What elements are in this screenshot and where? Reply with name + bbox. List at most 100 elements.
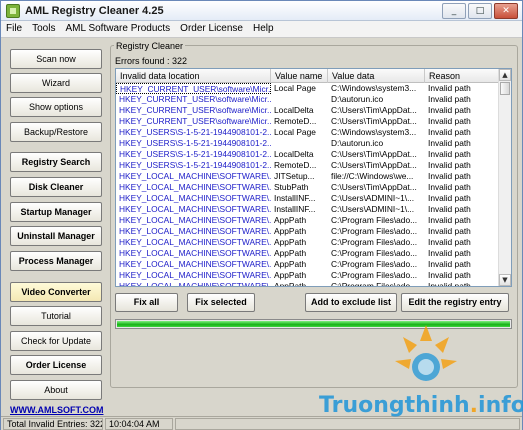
cell-reason: Invalid path bbox=[428, 281, 471, 287]
cell-reason: Invalid path bbox=[428, 237, 471, 247]
cell-value-name: RemoteD... bbox=[274, 160, 317, 170]
menu-help[interactable]: Help bbox=[248, 21, 279, 37]
add-exclude-button[interactable]: Add to exclude list bbox=[305, 293, 397, 312]
cell-reason: Invalid path bbox=[428, 160, 471, 170]
col-value-name[interactable]: Value name bbox=[271, 69, 328, 83]
cell-value-name: AppPath bbox=[274, 259, 307, 269]
minimize-button[interactable]: _ bbox=[442, 3, 466, 19]
cell-value-name: AppPath bbox=[274, 248, 307, 258]
table-row[interactable]: HKEY_LOCAL_MACHINE\SOFTWARE\... AppPath C:… bbox=[116, 215, 499, 226]
fix-all-button[interactable]: Fix all bbox=[115, 293, 178, 312]
cell-location: HKEY_USERS\S-1-5-21-1944908101-2... bbox=[119, 160, 271, 170]
table-row[interactable]: HKEY_LOCAL_MACHINE\SOFTWARE\... AppPath C:… bbox=[116, 237, 499, 248]
about-button[interactable]: About bbox=[10, 380, 102, 400]
order-license-button[interactable]: Order License bbox=[10, 355, 102, 375]
cell-value-data: C:\Program Files\ado... bbox=[331, 281, 418, 287]
disk-cleaner-button[interactable]: Disk Cleaner bbox=[10, 177, 102, 197]
table-row[interactable]: HKEY_LOCAL_MACHINE\SOFTWARE\... InstallIN… bbox=[116, 193, 499, 204]
cell-location: HKEY_LOCAL_MACHINE\SOFTWARE\... bbox=[119, 270, 271, 280]
startup-manager-button[interactable]: Startup Manager bbox=[10, 202, 102, 222]
table-row[interactable]: HKEY_LOCAL_MACHINE\SOFTWARE\... AppPath C:… bbox=[116, 281, 499, 287]
cell-location: HKEY_LOCAL_MACHINE\SOFTWARE\... bbox=[119, 226, 271, 236]
table-row[interactable]: HKEY_CURRENT_USER\software\Micr... D:\aut… bbox=[116, 94, 499, 105]
table-row[interactable]: HKEY_LOCAL_MACHINE\SOFTWARE\... JITSetup.… bbox=[116, 171, 499, 182]
scan-now-button[interactable]: Scan now bbox=[10, 49, 102, 69]
table-row[interactable]: HKEY_USERS\S-1-5-21-1944908101-2... D:\au… bbox=[116, 138, 499, 149]
status-time: 10:04:04 AM bbox=[105, 418, 173, 430]
tutorial-button[interactable]: Tutorial bbox=[10, 306, 102, 326]
cell-reason: Invalid path bbox=[428, 138, 471, 148]
table-row[interactable]: HKEY_CURRENT_USER\software\Micr... LocalD… bbox=[116, 105, 499, 116]
wizard-button[interactable]: Wizard bbox=[10, 73, 102, 93]
cell-value-data: C:\Windows\system3... bbox=[331, 83, 417, 93]
cell-location: HKEY_LOCAL_MACHINE\SOFTWARE\... bbox=[119, 171, 271, 181]
watermark-logo-icon bbox=[395, 325, 457, 381]
cell-value-name: LocalDelta bbox=[274, 149, 314, 159]
table-row[interactable]: HKEY_CURRENT_USER\software\Micr... Local … bbox=[116, 83, 499, 94]
menu-order-license[interactable]: Order License bbox=[175, 21, 248, 37]
table-row[interactable]: HKEY_LOCAL_MACHINE\SOFTWARE\... InstallIN… bbox=[116, 204, 499, 215]
table-row[interactable]: HKEY_CURRENT_USER\software\Micr... Remote… bbox=[116, 116, 499, 127]
cell-location: HKEY_LOCAL_MACHINE\SOFTWARE\... bbox=[119, 182, 271, 192]
registry-search-button[interactable]: Registry Search bbox=[10, 152, 102, 172]
scroll-thumb[interactable] bbox=[500, 82, 510, 95]
watermark-text: Truongthinh.info bbox=[319, 393, 523, 418]
scroll-down-icon[interactable]: ▼ bbox=[499, 274, 511, 286]
scroll-up-icon[interactable]: ▲ bbox=[499, 69, 511, 81]
cell-reason: Invalid path bbox=[428, 226, 471, 236]
cell-value-name bbox=[271, 94, 325, 105]
check-update-button[interactable]: Check for Update bbox=[10, 331, 102, 351]
cell-reason: Invalid path bbox=[428, 83, 471, 93]
website-link[interactable]: WWW.AMLSOFT.COM bbox=[10, 405, 103, 415]
table-row[interactable]: HKEY_LOCAL_MACHINE\SOFTWARE\... StubPath C… bbox=[116, 182, 499, 193]
cell-value-name: InstallINF... bbox=[274, 204, 316, 214]
table-row[interactable]: HKEY_USERS\S-1-5-21-1944908101-2... Local… bbox=[116, 127, 499, 138]
cell-value-data: file://C:\Windows\we... bbox=[331, 171, 414, 181]
cell-reason: Invalid path bbox=[428, 149, 471, 159]
edit-registry-button[interactable]: Edit the registry entry bbox=[401, 293, 509, 312]
table-row[interactable]: HKEY_LOCAL_MACHINE\SOFTWARE\... AppPath C:… bbox=[116, 248, 499, 259]
show-options-button[interactable]: Show options bbox=[10, 97, 102, 117]
process-manager-button[interactable]: Process Manager bbox=[10, 251, 102, 271]
cell-value-name: RemoteD... bbox=[274, 116, 317, 126]
menu-tools[interactable]: Tools bbox=[27, 21, 60, 37]
cell-value-name: JITSetup... bbox=[274, 171, 315, 181]
video-converter-button[interactable]: Video Converter bbox=[10, 282, 102, 302]
cell-value-name bbox=[271, 138, 325, 149]
cell-value-name: AppPath bbox=[274, 270, 307, 280]
cell-value-data: C:\Program Files\ado... bbox=[331, 215, 418, 225]
col-location[interactable]: Invalid data location bbox=[116, 69, 271, 83]
cell-location: HKEY_USERS\S-1-5-21-1944908101-2... bbox=[119, 127, 271, 137]
cell-reason: Invalid path bbox=[428, 259, 471, 269]
cell-location: HKEY_CURRENT_USER\software\Micr... bbox=[116, 83, 271, 94]
cell-value-name: LocalDelta bbox=[274, 105, 314, 115]
cell-value-data: C:\Program Files\ado... bbox=[331, 248, 418, 258]
cell-location: HKEY_CURRENT_USER\software\Micr... bbox=[119, 94, 271, 104]
menu-aml-products[interactable]: AML Software Products bbox=[60, 21, 175, 37]
col-value-data[interactable]: Value data bbox=[328, 69, 425, 83]
col-reason[interactable]: Reason bbox=[425, 69, 499, 83]
vertical-scrollbar[interactable]: ▲ ▼ bbox=[498, 69, 511, 286]
status-total: Total Invalid Entries: 322 bbox=[3, 418, 103, 430]
cell-location: HKEY_LOCAL_MACHINE\SOFTWARE\... bbox=[119, 237, 271, 247]
backup-restore-button[interactable]: Backup/Restore bbox=[10, 122, 102, 142]
close-button[interactable]: ✕ bbox=[494, 3, 518, 19]
table-row[interactable]: HKEY_LOCAL_MACHINE\SOFTWARE\... AppPath C:… bbox=[116, 226, 499, 237]
cell-value-name: AppPath bbox=[274, 226, 307, 236]
cell-reason: Invalid path bbox=[428, 105, 471, 115]
watermark: Truongthinh.info bbox=[319, 323, 523, 430]
table-row[interactable]: HKEY_LOCAL_MACHINE\SOFTWARE\... AppPath C:… bbox=[116, 270, 499, 281]
maximize-button[interactable]: □ bbox=[468, 3, 492, 19]
cell-location: HKEY_USERS\S-1-5-21-1944908101-2... bbox=[119, 149, 271, 159]
cell-value-data: C:\Program Files\ado... bbox=[331, 270, 418, 280]
uninstall-manager-button[interactable]: Uninstall Manager bbox=[10, 226, 102, 246]
cell-location: HKEY_LOCAL_MACHINE\SOFTWARE\... bbox=[119, 193, 271, 203]
menu-file[interactable]: File bbox=[1, 21, 27, 37]
table-row[interactable]: HKEY_USERS\S-1-5-21-1944908101-2... Local… bbox=[116, 149, 499, 160]
table-row[interactable]: HKEY_USERS\S-1-5-21-1944908101-2... Remot… bbox=[116, 160, 499, 171]
fix-selected-button[interactable]: Fix selected bbox=[187, 293, 255, 312]
cell-reason: Invalid path bbox=[428, 204, 471, 214]
cell-reason: Invalid path bbox=[428, 94, 471, 104]
app-icon bbox=[6, 4, 20, 18]
table-row[interactable]: HKEY_LOCAL_MACHINE\SOFTWARE\... AppPath C:… bbox=[116, 259, 499, 270]
